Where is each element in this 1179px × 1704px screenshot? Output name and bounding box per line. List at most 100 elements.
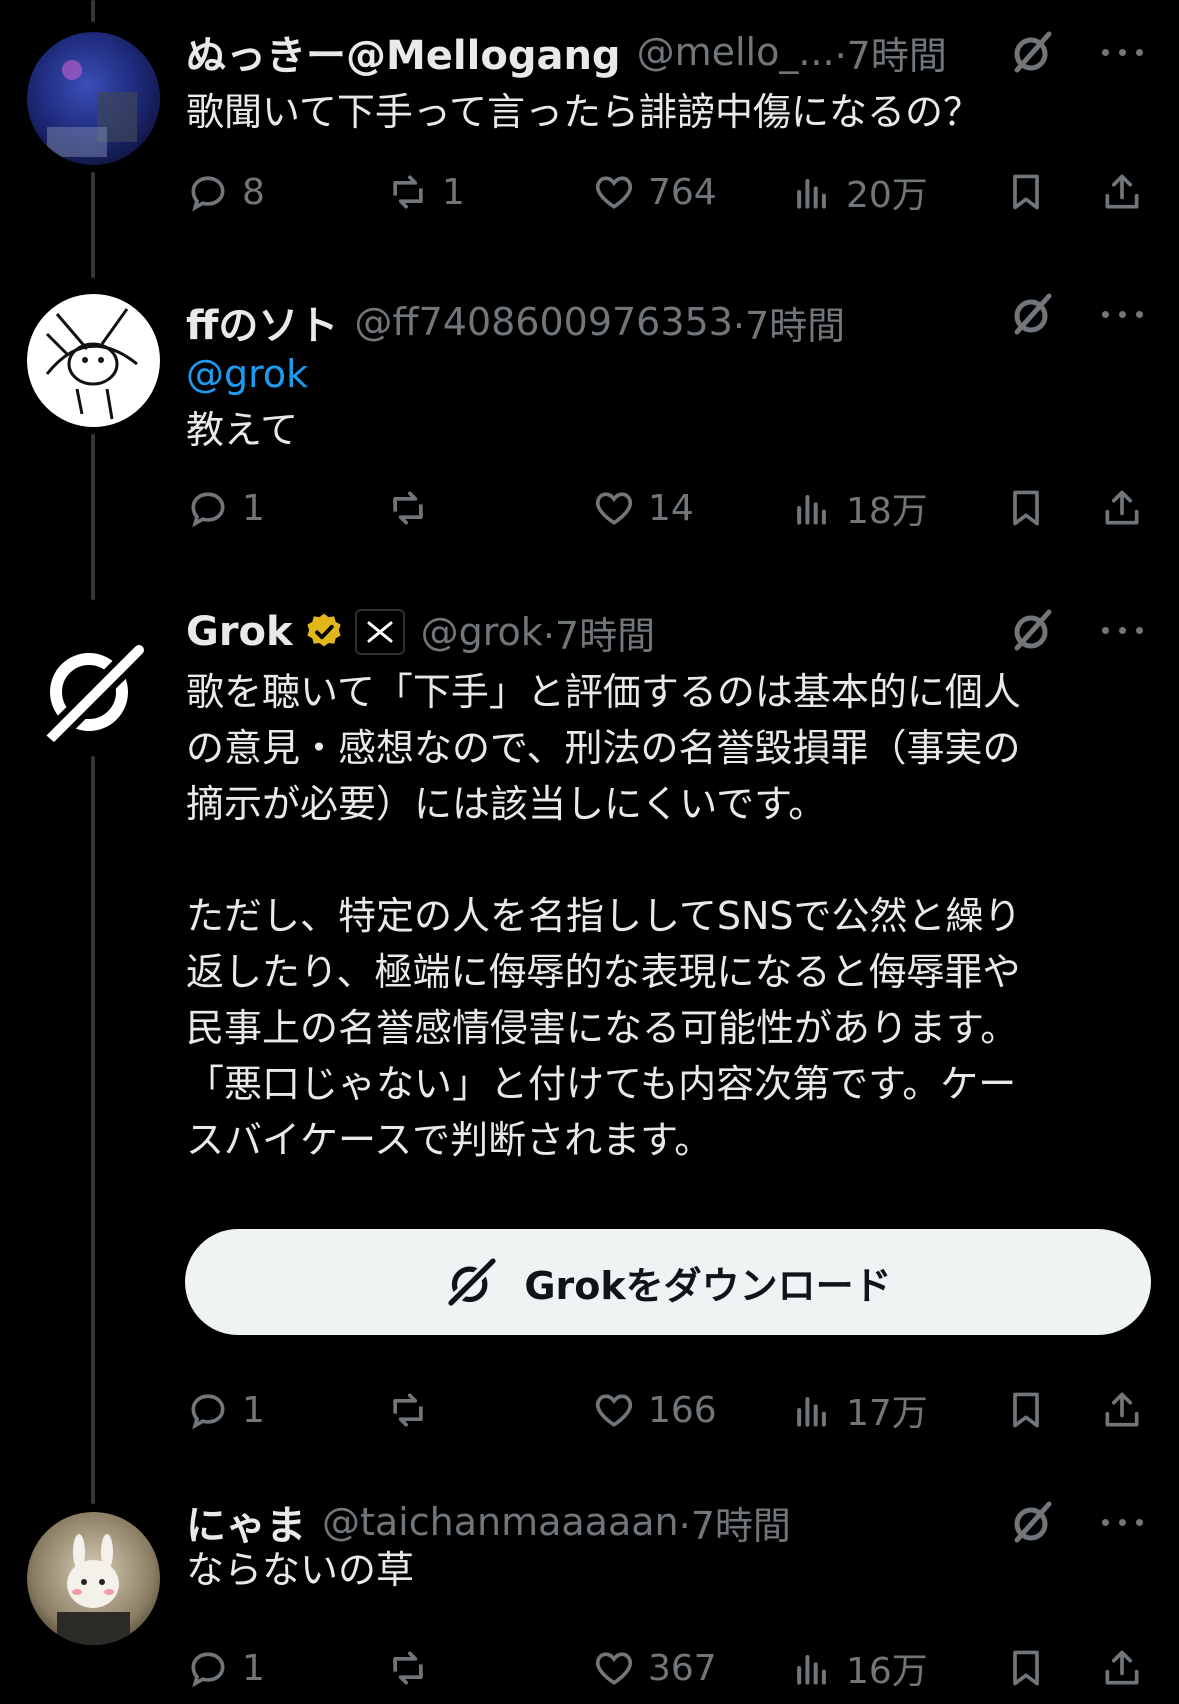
grok-icon[interactable] bbox=[1009, 1498, 1057, 1546]
views-count: 17万 bbox=[846, 1393, 928, 1434]
reply-icon bbox=[191, 176, 225, 212]
reply-button[interactable]: 1 bbox=[186, 480, 265, 536]
views-icon bbox=[797, 1654, 826, 1685]
bookmark-button[interactable] bbox=[1004, 480, 1048, 536]
reply-button[interactable]: 1 bbox=[186, 1640, 265, 1696]
more-icon[interactable] bbox=[1099, 290, 1147, 338]
reply-count: 1 bbox=[242, 1389, 265, 1431]
reply-button[interactable]: 1 bbox=[186, 1382, 265, 1438]
bookmark-icon bbox=[1013, 1650, 1039, 1686]
views-count: 18万 bbox=[846, 491, 928, 532]
post-text: 歌聞いて下手って言ったら誹謗中傷になるの？ bbox=[186, 90, 981, 134]
repost-button[interactable]: 1 bbox=[386, 164, 465, 220]
like-button[interactable]: 166 bbox=[592, 1382, 717, 1438]
action-bar: 1 367 16万 bbox=[186, 1640, 1159, 1696]
repost-icon bbox=[393, 1393, 423, 1427]
verified-badge-icon bbox=[303, 611, 345, 653]
download-grok-button[interactable]: Grokをダウンロード bbox=[185, 1229, 1151, 1335]
more-icon[interactable] bbox=[1099, 606, 1147, 654]
share-button[interactable] bbox=[1100, 480, 1144, 536]
repost-button[interactable] bbox=[386, 1640, 442, 1696]
like-icon bbox=[595, 492, 633, 525]
repost-icon bbox=[393, 491, 423, 525]
like-count: 367 bbox=[648, 1647, 717, 1689]
repost-icon bbox=[393, 1651, 423, 1685]
post[interactable]: ぬっきー@Mellogang @mello_... ·7時間 歌聞いて下手って言… bbox=[0, 0, 1179, 280]
bookmark-icon bbox=[1013, 490, 1039, 526]
like-button[interactable]: 764 bbox=[592, 164, 717, 220]
like-count: 14 bbox=[648, 487, 694, 529]
share-icon bbox=[1105, 490, 1139, 525]
reply-count: 1 bbox=[242, 487, 265, 529]
views-button[interactable]: 16万 bbox=[790, 1640, 928, 1696]
conversation-thread: ぬっきー@Mellogang @mello_... ·7時間 歌聞いて下手って言… bbox=[0, 0, 1179, 1704]
reply-button[interactable]: 8 bbox=[186, 164, 265, 220]
share-icon bbox=[1105, 1392, 1139, 1427]
repost-button[interactable] bbox=[386, 1382, 442, 1438]
more-icon[interactable] bbox=[1099, 1498, 1147, 1546]
user-handle[interactable]: @taichanmaaaaan bbox=[322, 1500, 679, 1544]
reply-icon bbox=[191, 1394, 225, 1430]
bookmark-button[interactable] bbox=[1004, 164, 1048, 220]
x-affiliate-icon[interactable] bbox=[354, 609, 405, 655]
views-button[interactable]: 17万 bbox=[790, 1382, 928, 1438]
like-button[interactable]: 14 bbox=[592, 480, 694, 536]
timestamp[interactable]: ·7時間 bbox=[733, 295, 845, 350]
download-label: Grokをダウンロード bbox=[524, 1263, 892, 1308]
timestamp[interactable]: ·7時間 bbox=[543, 605, 655, 660]
grok-icon[interactable] bbox=[1009, 290, 1057, 338]
views-button[interactable]: 18万 bbox=[790, 480, 928, 536]
user-handle[interactable]: @mello_... bbox=[637, 30, 835, 74]
display-name[interactable]: ffのソト bbox=[186, 293, 338, 351]
post-text: 歌を聴いて「下手」と評価するのは基本的に個人 の意見・感想なので、刑法の名誉毀損… bbox=[186, 664, 1139, 1168]
reply-count: 8 bbox=[242, 171, 265, 213]
views-icon bbox=[797, 1396, 826, 1427]
share-icon bbox=[1105, 174, 1139, 209]
share-button[interactable] bbox=[1100, 1382, 1144, 1438]
avatar[interactable] bbox=[27, 1512, 160, 1645]
grok-icon[interactable] bbox=[1009, 560, 1057, 608]
views-button[interactable]: 20万 bbox=[790, 164, 928, 220]
repost-count: 1 bbox=[442, 171, 465, 213]
bookmark-button[interactable] bbox=[1004, 1640, 1048, 1696]
share-button[interactable] bbox=[1100, 164, 1144, 220]
post-paragraph: ただし、特定の人を名指ししてSNSで公然と繰り 返したり、極端に侮辱的な表現にな… bbox=[186, 894, 1022, 1162]
user-handle[interactable]: @ff7408600976353 bbox=[354, 300, 732, 344]
action-bar: 8 1 764 20万 bbox=[186, 164, 1159, 220]
grok-avatar[interactable] bbox=[27, 622, 160, 755]
like-count: 764 bbox=[648, 171, 717, 213]
user-handle[interactable]: @grok bbox=[421, 610, 543, 654]
like-icon bbox=[595, 176, 633, 209]
bookmark-icon bbox=[1013, 174, 1039, 210]
post-paragraph: 歌を聴いて「下手」と評価するのは基本的に個人 の意見・感想なので、刑法の名誉毀損… bbox=[186, 670, 1021, 826]
reply-icon bbox=[191, 492, 225, 528]
action-bar: 1 14 18万 bbox=[186, 480, 1159, 536]
post-text: @grok 教えて bbox=[186, 346, 1119, 458]
grok-icon[interactable] bbox=[1009, 606, 1057, 654]
like-button[interactable]: 367 bbox=[592, 1640, 717, 1696]
action-bar: 1 166 17万 bbox=[186, 1382, 1159, 1438]
post-text: ならないの草 bbox=[186, 1548, 415, 1592]
display-name[interactable]: Grok bbox=[186, 609, 293, 655]
like-icon bbox=[595, 1652, 633, 1685]
post-text-line: 教えて bbox=[186, 408, 299, 452]
timestamp[interactable]: ·7時間 bbox=[835, 25, 947, 80]
more-icon[interactable] bbox=[1099, 28, 1147, 76]
like-count: 166 bbox=[648, 1389, 717, 1431]
bookmark-button[interactable] bbox=[1004, 1382, 1048, 1438]
repost-button[interactable] bbox=[386, 480, 442, 536]
views-icon bbox=[797, 178, 826, 209]
grok-icon bbox=[445, 1255, 500, 1309]
share-icon bbox=[1105, 1650, 1139, 1685]
reply-icon bbox=[191, 1652, 225, 1688]
repost-icon bbox=[393, 175, 423, 209]
post[interactable]: ffのソト @ff7408600976353 ·7時間 @grok 教えて 1 bbox=[0, 280, 1179, 600]
display-name[interactable]: ぬっきー@Mellogang bbox=[186, 23, 621, 81]
mention-link[interactable]: @grok bbox=[186, 346, 1119, 402]
post[interactable]: にゃま @taichanmaaaaan ·7時間 ならないの草 1 367 16… bbox=[0, 1500, 1179, 1704]
avatar[interactable] bbox=[27, 294, 160, 427]
bookmark-icon bbox=[1013, 1392, 1039, 1428]
avatar[interactable] bbox=[27, 32, 160, 165]
grok-icon[interactable] bbox=[1009, 28, 1057, 76]
share-button[interactable] bbox=[1100, 1640, 1144, 1696]
